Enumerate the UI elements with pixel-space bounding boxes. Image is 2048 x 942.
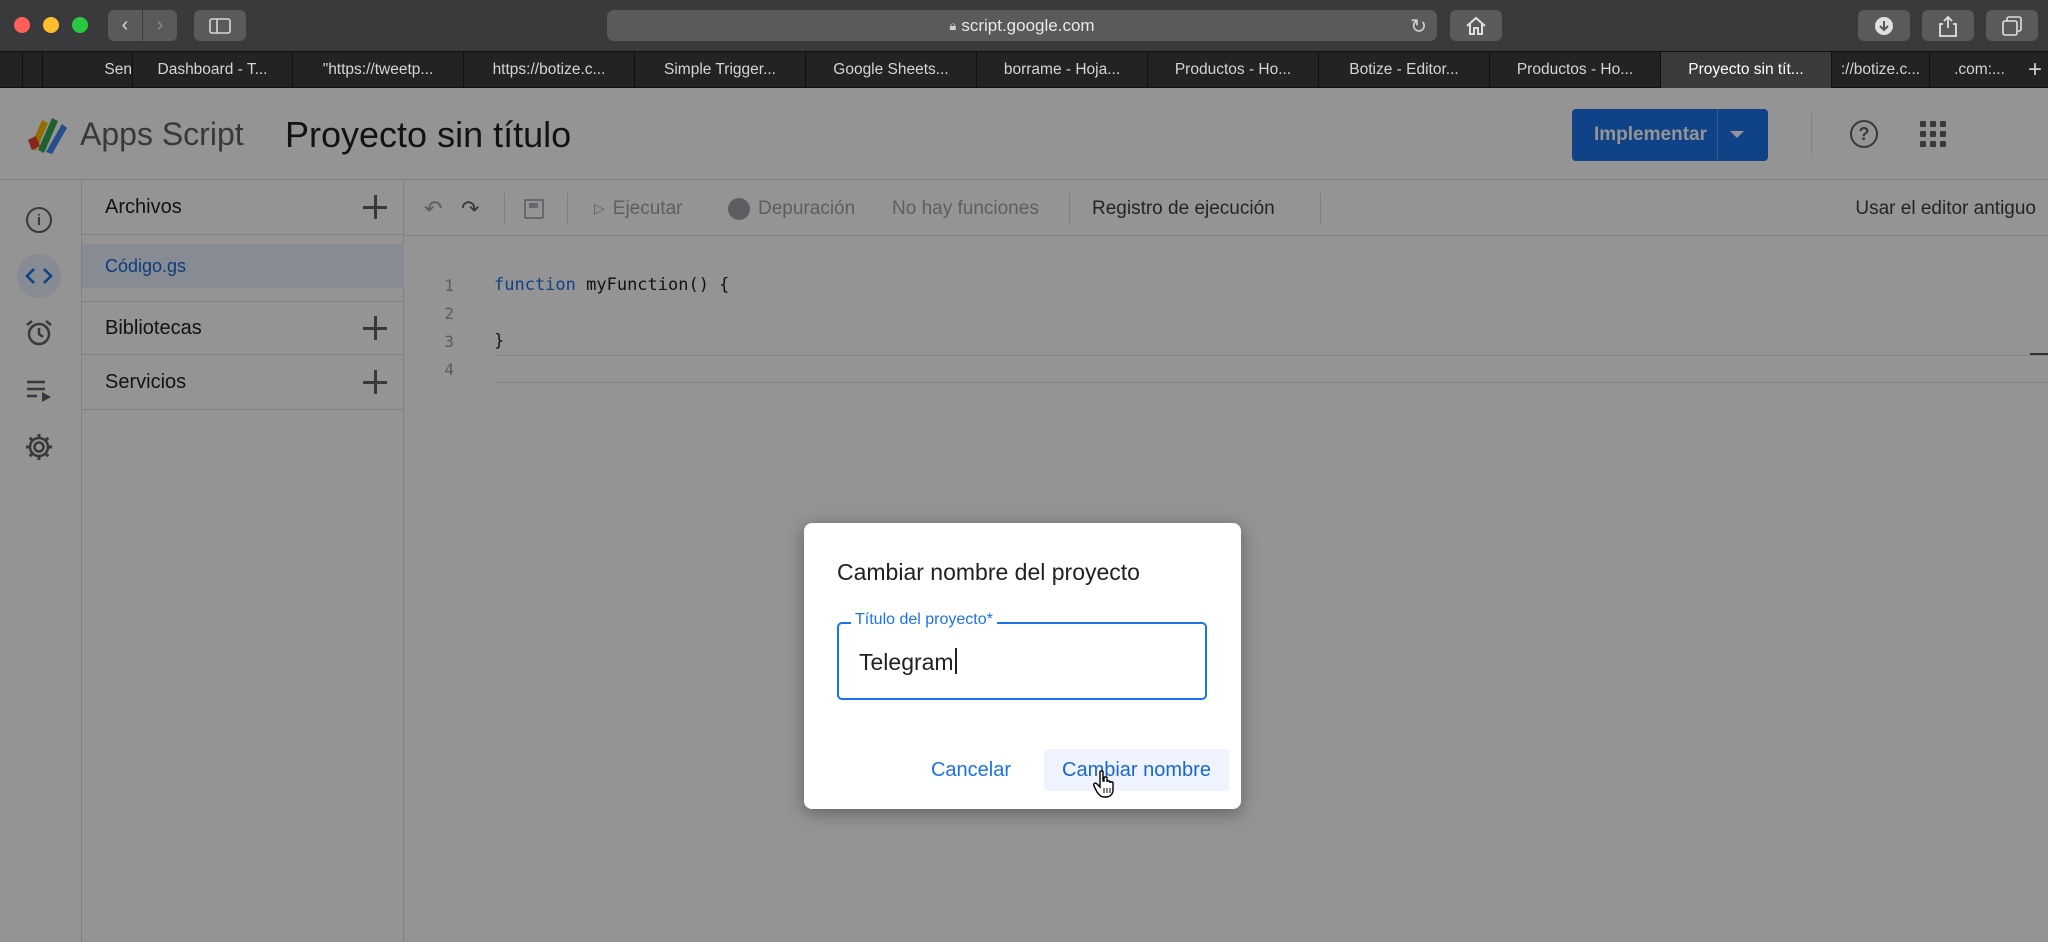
- zoom-window-button[interactable]: [72, 17, 88, 33]
- chevron-left-icon: ‹: [121, 14, 129, 36]
- new-tab-button[interactable]: +: [2028, 56, 2042, 84]
- browser-tab[interactable]: Dashboard - T...: [132, 52, 292, 88]
- address-bar[interactable]: 🔒︎ script.google.com ↻: [607, 10, 1437, 41]
- downloads-button[interactable]: [1858, 10, 1910, 41]
- reload-icon[interactable]: ↻: [1410, 14, 1427, 39]
- sidebar-icon: [209, 17, 231, 34]
- browser-tab[interactable]: ://botize.c...: [1831, 52, 1929, 88]
- cancel-button[interactable]: Cancelar: [917, 749, 1025, 791]
- url-text: script.google.com: [961, 15, 1095, 35]
- forward-button[interactable]: ›: [143, 10, 177, 41]
- minimize-window-button[interactable]: [43, 17, 59, 33]
- browser-tab[interactable]: "https://tweetp...: [292, 52, 463, 88]
- browser-tab[interactable]: Google Sheets...: [805, 52, 976, 88]
- browser-tab-active[interactable]: Proyecto sin tít...: [1660, 52, 1831, 88]
- browser-tab-strip: Sen Dashboard - T... "https://tweetp... …: [0, 51, 2048, 88]
- browser-tab[interactable]: [22, 52, 42, 88]
- browser-tab[interactable]: Simple Trigger...: [634, 52, 805, 88]
- hand-pointer-cursor: [1093, 770, 1114, 798]
- project-title-label: Título del proyecto*: [851, 611, 997, 629]
- browser-tab[interactable]: Botize - Editor...: [1318, 52, 1489, 88]
- browser-tab[interactable]: borrame - Hoja...: [976, 52, 1147, 88]
- lock-icon: 🔒︎: [949, 17, 957, 33]
- rename-project-dialog: Cambiar nombre del proyecto Título del p…: [804, 523, 1241, 809]
- home-icon: [1466, 16, 1486, 35]
- share-button[interactable]: [1922, 10, 1974, 41]
- browser-tab[interactable]: Sen: [42, 52, 132, 88]
- rename-button[interactable]: Cambiar nombre: [1044, 749, 1229, 791]
- download-icon: [1875, 16, 1893, 35]
- tab-overview-button[interactable]: [1986, 10, 2038, 41]
- share-icon: [1939, 15, 1957, 37]
- browser-tab[interactable]: Productos - Ho...: [1489, 52, 1660, 88]
- browser-tab[interactable]: https://botize.c...: [463, 52, 634, 88]
- project-title-value: Telegram: [859, 649, 954, 675]
- sidebar-toggle-button[interactable]: [194, 10, 246, 41]
- project-title-input[interactable]: Telegram: [859, 648, 957, 676]
- browser-tab[interactable]: .com:...: [1929, 52, 2029, 88]
- home-button[interactable]: [1450, 10, 1502, 41]
- project-title-field[interactable]: Título del proyecto* Telegram: [837, 611, 1207, 700]
- back-button[interactable]: ‹: [108, 10, 142, 41]
- text-caret: [954, 648, 957, 674]
- browser-tab[interactable]: Productos - Ho...: [1147, 52, 1318, 88]
- dialog-title: Cambiar nombre del proyecto: [837, 559, 1140, 585]
- tabs-icon: [2002, 15, 2022, 36]
- close-window-button[interactable]: [14, 17, 30, 33]
- chevron-right-icon: ›: [156, 14, 164, 36]
- browser-titlebar: ‹ › 🔒︎ script.google.com ↻: [0, 0, 2048, 51]
- modal-backdrop[interactable]: [0, 88, 2048, 942]
